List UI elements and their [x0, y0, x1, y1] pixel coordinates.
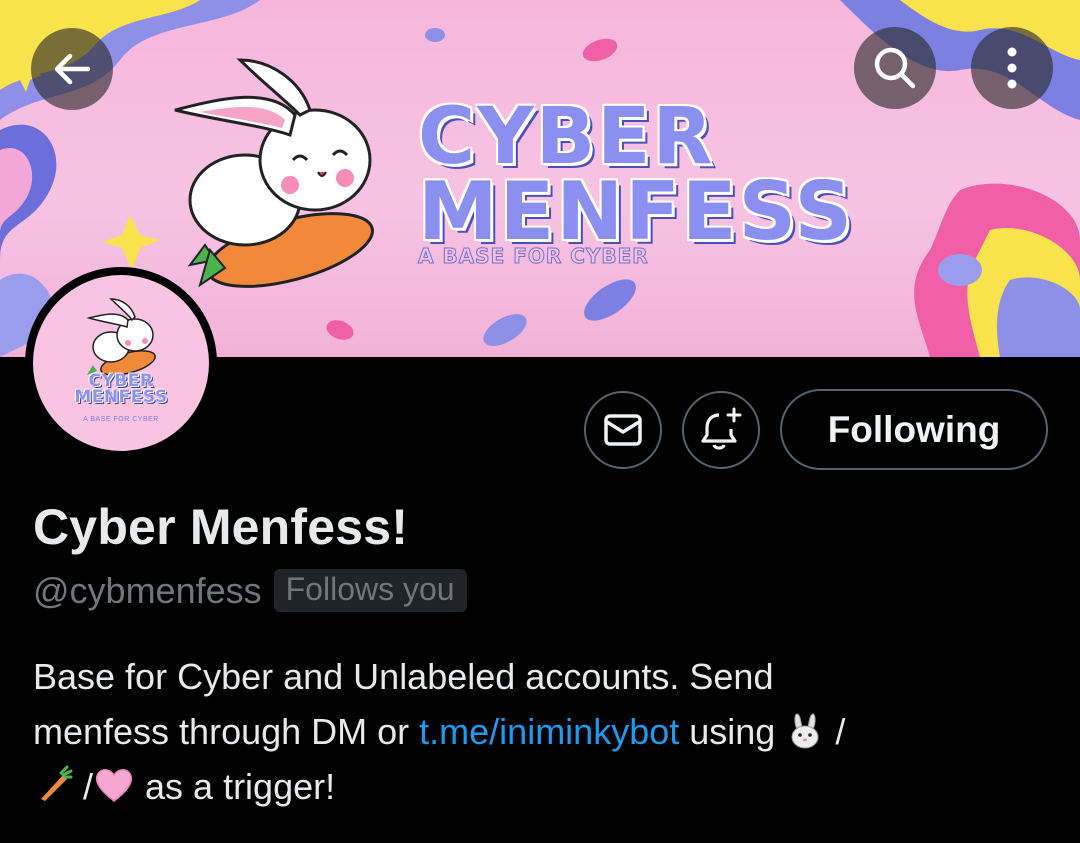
handle-row: @cybmenfess Follows you — [33, 569, 467, 612]
search-icon — [874, 47, 916, 89]
arrow-left-icon — [54, 53, 91, 85]
search-button[interactable] — [854, 27, 936, 109]
bio-text: menfess through DM or — [33, 711, 420, 752]
follows-you-badge: Follows you — [273, 569, 467, 612]
user-handle: @cybmenfess — [33, 569, 262, 611]
rabbit-face-icon — [791, 713, 819, 749]
bio-line-3: / as a trigger! — [33, 759, 1043, 814]
banner-title-line2: MENFESS — [418, 165, 855, 259]
display-name: Cyber Menfess! — [33, 499, 409, 555]
more-vertical-icon — [1007, 47, 1017, 89]
bio-line-2: menfess through DM or t.me/iniminkybot u… — [33, 704, 1043, 759]
banner-logo-text: CYBER MENFESS — [418, 92, 938, 259]
avatar-image: CYBER MENFESS A BASE FOR CYBER — [33, 275, 209, 451]
following-button[interactable]: Following — [780, 389, 1048, 470]
banner-subtitle: A BASE FOR CYBER — [418, 244, 649, 269]
profile-bio: Base for Cyber and Unlabeled accounts. S… — [33, 649, 1043, 814]
bio-link[interactable]: t.me/iniminkybot — [419, 711, 679, 752]
bunny-mascot — [174, 58, 374, 288]
notifications-button[interactable] — [682, 391, 760, 469]
bio-text: using — [679, 711, 786, 752]
avatar-bunny-illustration — [86, 298, 156, 376]
banner-title-line1: CYBER — [418, 92, 715, 182]
back-button[interactable] — [31, 28, 113, 110]
more-options-button[interactable] — [971, 27, 1053, 109]
pink-heart-icon — [95, 769, 133, 803]
bell-plus-icon — [701, 407, 742, 450]
avatar-title-line2: MENFESS — [74, 387, 168, 408]
bio-line-1: Base for Cyber and Unlabeled accounts. S… — [33, 656, 774, 697]
envelope-icon — [604, 414, 642, 446]
avatar-subtitle: A BASE FOR CYBER — [83, 416, 159, 423]
avatar-logo-text: CYBER MENFESS — [33, 373, 209, 408]
message-button[interactable] — [584, 391, 662, 469]
bio-text: as a trigger! — [135, 766, 336, 807]
bio-text: / — [825, 711, 846, 752]
carrot-icon — [41, 765, 73, 802]
profile-avatar[interactable]: CYBER MENFESS A BASE FOR CYBER — [25, 267, 217, 459]
bio-text: / — [73, 766, 94, 807]
